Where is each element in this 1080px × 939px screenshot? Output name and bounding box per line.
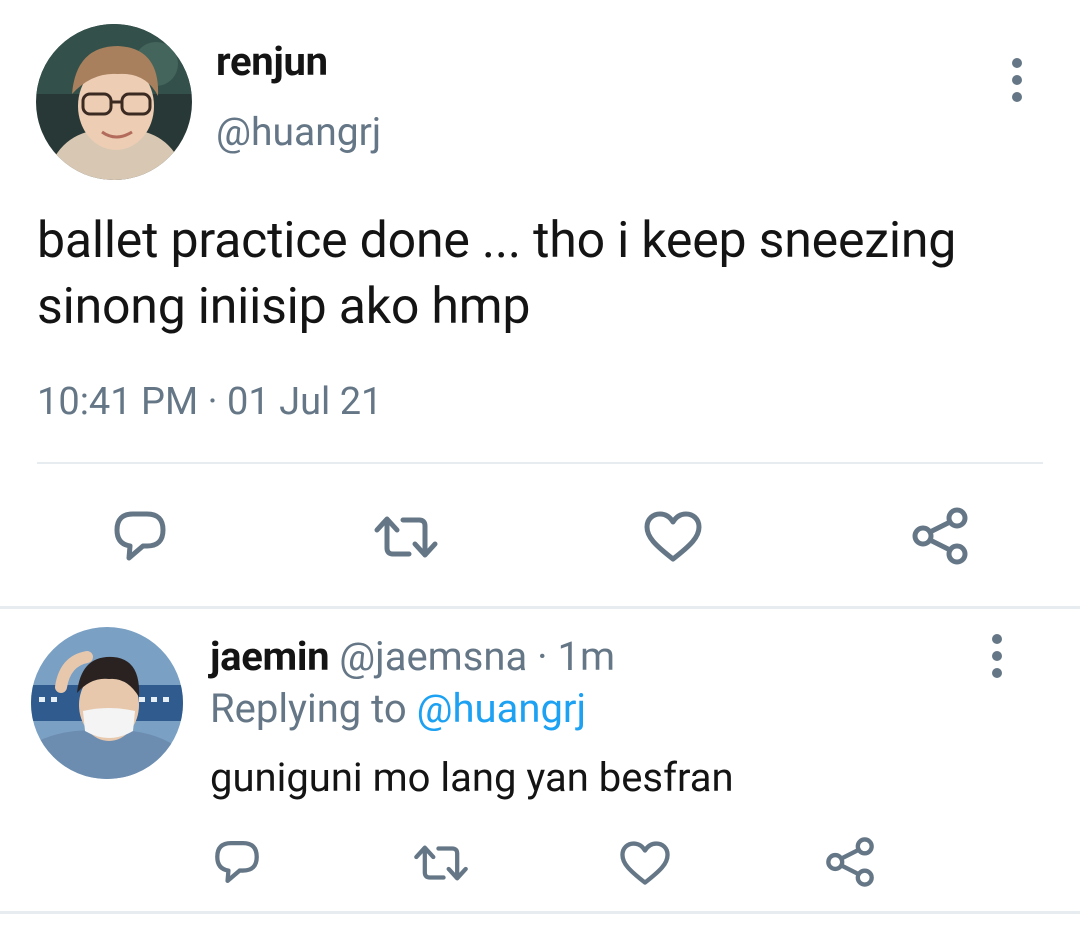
reply-author-handle[interactable]: @jaemsna xyxy=(339,633,527,680)
retweet-button[interactable] xyxy=(410,838,472,888)
replying-to-label: Replying to xyxy=(210,685,407,732)
author-name[interactable]: renjun xyxy=(216,42,328,82)
like-icon xyxy=(620,840,670,885)
reply-button[interactable] xyxy=(108,506,172,566)
like-button[interactable] xyxy=(642,508,704,566)
tweet-timestamp[interactable]: 10:41 PM · 01 Jul 21 xyxy=(37,383,382,421)
tweet-text: ballet practice done ... tho i keep snee… xyxy=(37,212,957,336)
more-options-icon[interactable] xyxy=(1010,58,1024,102)
divider xyxy=(0,606,1080,609)
like-button[interactable] xyxy=(618,838,672,888)
divider xyxy=(37,462,1043,464)
like-icon xyxy=(644,511,702,562)
reply-time: 1m xyxy=(557,633,616,680)
reply-icon xyxy=(215,841,259,883)
separator-dot: · xyxy=(537,633,548,680)
divider xyxy=(0,911,1080,914)
share-icon xyxy=(826,837,874,887)
share-button[interactable] xyxy=(908,504,972,568)
retweet-icon xyxy=(374,516,438,558)
reply-text: guniguni mo lang yan besfran xyxy=(210,754,734,801)
share-icon xyxy=(912,507,968,565)
reply-header: jaemin @jaemsna · 1m xyxy=(210,635,615,679)
more-options-icon[interactable] xyxy=(990,634,1004,678)
author-handle[interactable]: @huangrj xyxy=(216,113,381,152)
reply-author-name[interactable]: jaemin xyxy=(210,633,330,680)
tweet-detail-screen: renjun @huangrj ballet practice done ...… xyxy=(0,0,1080,939)
share-button[interactable] xyxy=(822,834,878,890)
replying-to: Replying to @huangrj xyxy=(210,687,586,731)
reply-button[interactable] xyxy=(210,836,264,888)
retweet-button[interactable] xyxy=(370,508,442,566)
reply-avatar[interactable] xyxy=(31,627,183,779)
retweet-icon xyxy=(414,845,468,881)
replying-to-handle-link[interactable]: @huangrj xyxy=(417,685,586,732)
avatar[interactable] xyxy=(36,24,192,180)
reply-icon xyxy=(114,511,166,561)
